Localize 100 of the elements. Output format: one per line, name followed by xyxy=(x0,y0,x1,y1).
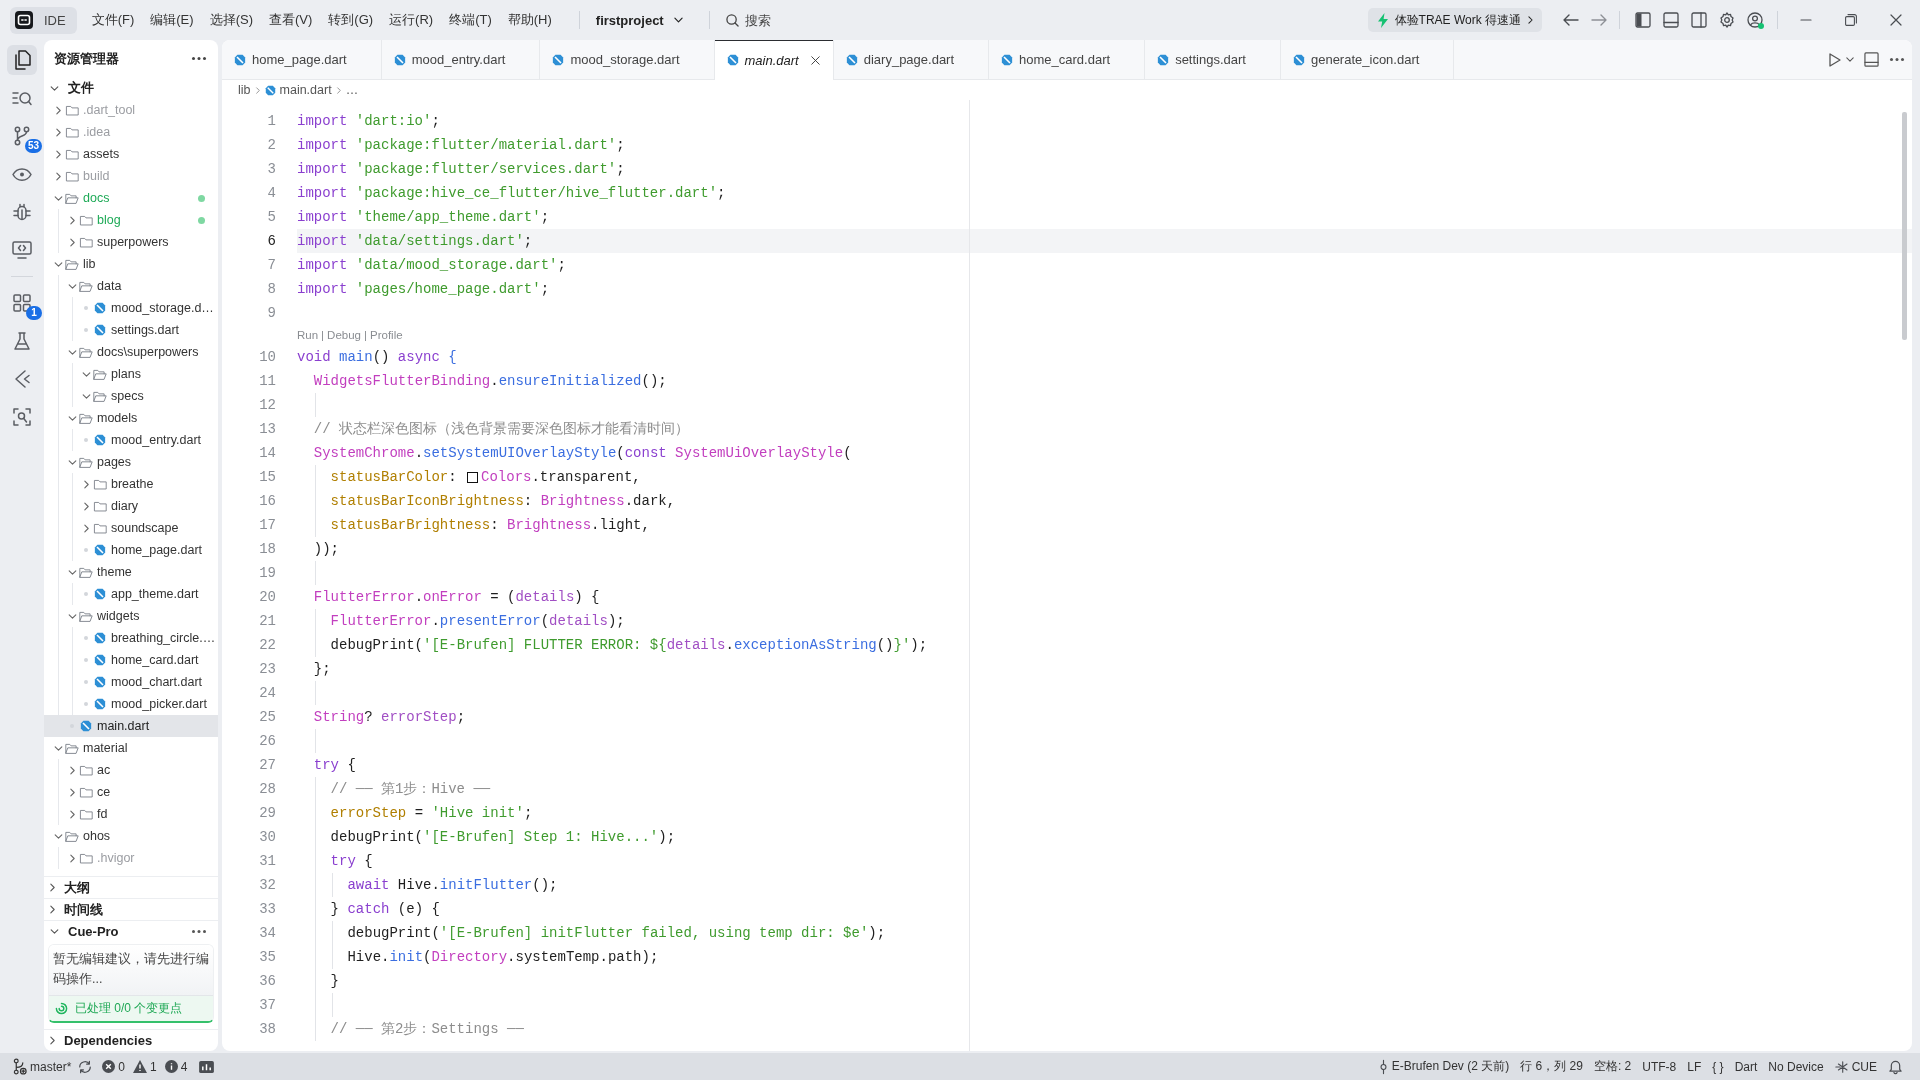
back-icon[interactable] xyxy=(1563,14,1579,26)
panel-header[interactable]: Dependencies xyxy=(44,1029,218,1051)
branch-button[interactable]: master* xyxy=(13,1058,72,1075)
status-item[interactable]: { } xyxy=(1712,1059,1724,1074)
status-item[interactable]: No Device xyxy=(1768,1059,1824,1074)
tree-item[interactable]: docs\superpowers xyxy=(44,341,218,363)
status-item[interactable]: CUE xyxy=(1834,1059,1877,1074)
tree-item[interactable]: assets xyxy=(44,143,218,165)
editor-tab[interactable]: home_card.dart xyxy=(989,40,1146,79)
menu-item[interactable]: 终端(T) xyxy=(442,8,499,32)
tree-item[interactable]: mood_storage.d… xyxy=(44,297,218,319)
tree-item[interactable]: widgets xyxy=(44,605,218,627)
breadcrumb-item[interactable]: lib xyxy=(238,83,251,97)
sync-icon[interactable] xyxy=(78,1059,93,1074)
section-header[interactable]: 文件 xyxy=(44,77,218,99)
promo-button[interactable]: 体验TRAE Work 得速通 xyxy=(1367,8,1542,32)
panel-header[interactable]: 时间线 xyxy=(44,898,218,920)
status-item[interactable]: E-Brufen Dev (2 天前) xyxy=(1379,1058,1510,1075)
forward-icon[interactable] xyxy=(1591,14,1607,26)
chevron-down-icon[interactable] xyxy=(1846,57,1854,62)
project-selector[interactable]: firstproject xyxy=(593,10,685,30)
close-icon[interactable] xyxy=(811,55,821,65)
status-item[interactable]: Dart xyxy=(1734,1059,1758,1074)
tree-item[interactable]: settings.dart xyxy=(44,319,218,341)
tree-item[interactable]: specs xyxy=(44,385,218,407)
editor-tab[interactable]: mood_storage.dart xyxy=(540,40,715,79)
scrollbar-thumb[interactable] xyxy=(1902,112,1907,340)
tree-item[interactable]: plans xyxy=(44,363,218,385)
chevron-right-icon xyxy=(255,86,260,94)
search-icon xyxy=(12,90,32,106)
editor-tab[interactable]: home_page.dart xyxy=(222,40,382,79)
editor-tab[interactable]: main.dart xyxy=(714,40,834,80)
panel-header[interactable]: Cue-Pro xyxy=(44,920,218,942)
panel-header[interactable]: 大纲 xyxy=(44,876,218,898)
tree-item[interactable]: data xyxy=(44,275,218,297)
editor-tab[interactable]: generate_icon.dart xyxy=(1280,40,1455,79)
tree-item[interactable]: ac xyxy=(44,759,218,781)
tree-item[interactable]: diary xyxy=(44,495,218,517)
menu-item[interactable]: 文件(F) xyxy=(84,8,142,32)
code-text: void main() async { xyxy=(297,348,457,367)
menu-item[interactable]: 运行(R) xyxy=(382,8,441,32)
status-item[interactable]: UTF-8 xyxy=(1642,1059,1677,1074)
tree-item[interactable]: mood_chart.dart xyxy=(44,671,218,693)
activity-item[interactable] xyxy=(7,45,37,75)
folder-icon xyxy=(65,104,79,116)
restore-icon[interactable] xyxy=(1845,14,1857,26)
code-text: try { xyxy=(330,852,373,871)
status-item[interactable]: LF xyxy=(1687,1059,1702,1074)
tree-item[interactable]: app_theme.dart xyxy=(44,583,218,605)
toggle-sidebar-icon[interactable] xyxy=(1635,12,1651,28)
settings-icon[interactable] xyxy=(1719,12,1735,28)
tree-item[interactable]: home_card.dart xyxy=(44,649,218,671)
bar-chart-icon[interactable] xyxy=(199,1060,215,1073)
toggle-panel-icon[interactable] xyxy=(1663,12,1679,28)
tree-item[interactable]: mood_entry.dart xyxy=(44,429,218,451)
menu-item[interactable]: 帮助(H) xyxy=(500,8,559,32)
breadcrumb-item[interactable]: main.dart xyxy=(264,83,332,97)
flask-icon xyxy=(14,332,30,350)
menu-item[interactable]: 转到(G) xyxy=(321,8,381,32)
status-item[interactable]: 行 6，列 29 xyxy=(1520,1058,1583,1075)
editor-tab[interactable]: diary_page.dart xyxy=(833,40,990,79)
tree-item[interactable]: mood_picker.dart xyxy=(44,693,218,715)
menu-item[interactable]: 选择(S) xyxy=(202,8,260,32)
toggle-secondary-sidebar-icon[interactable] xyxy=(1691,12,1707,28)
app-menu-button[interactable]: IDE xyxy=(10,6,77,34)
bell-icon[interactable] xyxy=(1889,1059,1902,1074)
tree-item[interactable]: ce xyxy=(44,781,218,803)
color-swatch-icon xyxy=(467,471,479,483)
more-icon[interactable] xyxy=(192,57,206,60)
tree-item[interactable]: ohos xyxy=(44,825,218,847)
menu-item[interactable]: 编辑(E) xyxy=(143,8,201,32)
tree-item[interactable]: pages xyxy=(44,451,218,473)
code-text: import 'package:flutter/services.dart'; xyxy=(297,160,625,179)
breadcrumb-item[interactable]: … xyxy=(345,83,359,97)
tree-item[interactable]: soundscape xyxy=(44,517,218,539)
status-item[interactable]: 空格: 2 xyxy=(1593,1058,1632,1075)
search-field[interactable]: 搜索 xyxy=(744,11,773,29)
more-icon[interactable] xyxy=(192,930,206,933)
bug-icon xyxy=(13,203,31,221)
tree-item[interactable]: breathe xyxy=(44,473,218,495)
tree-item[interactable]: lib xyxy=(44,253,218,275)
editor-tab[interactable]: settings.dart xyxy=(1145,40,1281,79)
editor-tab[interactable]: mood_entry.dart xyxy=(381,40,541,79)
tree-item[interactable]: theme xyxy=(44,561,218,583)
close-icon[interactable] xyxy=(1890,14,1902,26)
run-icon[interactable] xyxy=(1829,52,1841,67)
tree-item[interactable]: material xyxy=(44,737,218,759)
problems-button[interactable]: 0 1 4 xyxy=(102,1059,188,1074)
tree-item[interactable]: main.dart xyxy=(44,715,218,737)
tree-item[interactable]: superpowers xyxy=(44,231,218,253)
layout-icon[interactable] xyxy=(1864,52,1879,67)
line-number: 2 xyxy=(266,136,276,155)
more-icon[interactable] xyxy=(1890,58,1904,61)
menu-item[interactable]: 查看(V) xyxy=(261,8,320,32)
tree-item[interactable]: fd xyxy=(44,803,218,825)
tree-item[interactable]: home_page.dart xyxy=(44,539,218,561)
account-icon[interactable] xyxy=(1747,11,1764,29)
dot-icon xyxy=(84,548,88,552)
tree-item[interactable]: breathing_circle.… xyxy=(44,627,218,649)
tree-item[interactable]: models xyxy=(44,407,218,429)
